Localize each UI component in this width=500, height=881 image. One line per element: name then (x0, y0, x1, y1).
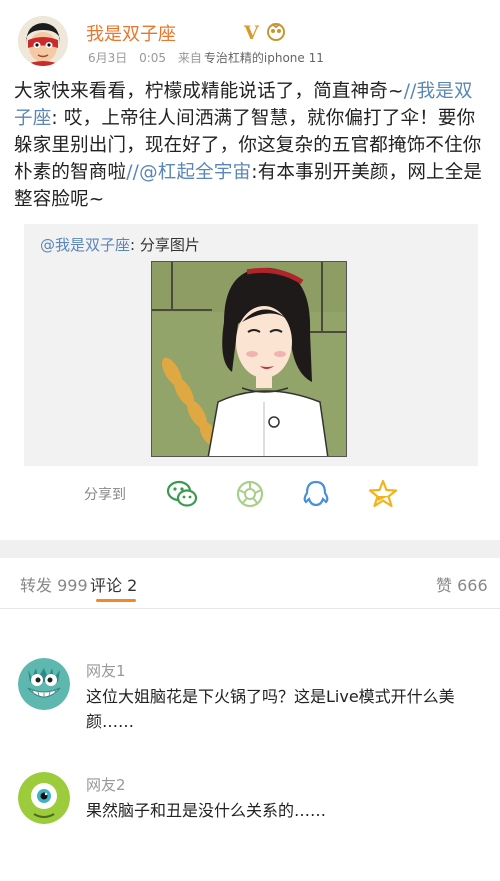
commenter-name[interactable]: 网友1 (86, 660, 126, 681)
wechat-icon[interactable] (165, 477, 199, 511)
post-date: 6月3日 (88, 51, 128, 65)
tab-likes[interactable]: 赞 666 (436, 572, 488, 596)
repost-label: 转发 (20, 576, 53, 595)
moments-icon[interactable] (233, 477, 267, 511)
mention-link-2[interactable]: //@杠起全宇宙 (126, 162, 251, 183)
tab-repost[interactable]: 转发 999 (20, 572, 88, 596)
post-meta: 6月3日 0:05 来自 专治杠精的iphone 11 (88, 49, 324, 66)
post-body: 大家快来看看，柠檬成精能说话了，简直神奇~//我是双子座: 哎，上帝往人间洒满了… (14, 78, 488, 213)
verified-v-icon: V (244, 22, 259, 44)
post-text-1: 大家快来看看，柠檬成精能说话了，简直神奇~ (14, 81, 404, 102)
comment-text: 这位大姐脑花是下火锅了吗？这是Live模式开什么美颜…… (86, 687, 455, 731)
post-header: 我是双子座 V 6月3日 0:05 来自 专治杠精的iphone 11 (0, 0, 500, 72)
stats-bar: 转发 999 评论 2 赞 666 (0, 558, 500, 609)
qq-icon[interactable] (299, 477, 333, 511)
shared-image-card[interactable]: @我是双子座: 分享图片 (24, 224, 478, 466)
shared-card-title: @我是双子座: 分享图片 (40, 234, 200, 255)
post-device[interactable]: 专治杠精的iphone 11 (204, 51, 324, 65)
like-count: 666 (457, 576, 488, 595)
post-source-prefix: 来自 (177, 51, 202, 65)
like-label: 赞 (436, 576, 453, 595)
qzone-icon[interactable] (366, 477, 400, 511)
section-divider (0, 540, 500, 558)
comment-text: 果然脑子和丑是没什么关系的…… (86, 801, 327, 820)
vip-medal-icon (265, 20, 287, 46)
commenter-avatar[interactable] (18, 658, 70, 710)
shared-card-mention[interactable]: @我是双子座 (40, 236, 130, 254)
share-to-label: 分享到 (84, 487, 126, 503)
repost-count: 999 (57, 576, 88, 595)
username[interactable]: 我是双子座 (86, 20, 176, 46)
commenter-name[interactable]: 网友2 (86, 774, 126, 795)
user-badges: V (244, 20, 287, 46)
active-tab-indicator (96, 599, 136, 602)
share-bar: 分享到 (0, 470, 500, 516)
shared-card-label: : 分享图片 (130, 236, 200, 254)
user-avatar[interactable] (18, 16, 68, 66)
tab-comments[interactable]: 评论 2 (90, 572, 137, 596)
post-time: 0:05 (139, 51, 167, 65)
commenter-avatar[interactable] (18, 772, 70, 824)
comment-count: 2 (127, 576, 138, 595)
comment-label: 评论 (90, 576, 123, 595)
comic-image[interactable] (151, 261, 347, 457)
